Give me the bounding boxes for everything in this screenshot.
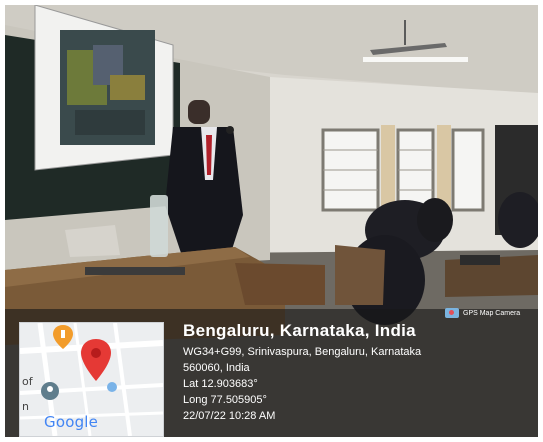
- map-edge-text: of: [22, 375, 33, 388]
- gps-camera-icon: [445, 308, 459, 318]
- gps-map-camera-badge: GPS Map Camera: [445, 308, 520, 318]
- address-line-1: WG34+G99, Srinivaspura, Bengaluru, Karna…: [183, 346, 422, 358]
- latitude: Lat 12.903683°: [183, 378, 258, 390]
- photo-frame: of n Google GPS Map Camera Bengaluru, Ka…: [0, 0, 543, 442]
- classroom-photo: of n Google GPS Map Camera Bengaluru, Ka…: [5, 5, 538, 437]
- location-map: of n Google: [19, 322, 164, 437]
- place-title: Bengaluru, Karnataka, India: [183, 321, 416, 340]
- place-pin-icon: [41, 382, 59, 400]
- location-info: Bengaluru, Karnataka, India WG34+G99, Sr…: [183, 321, 421, 424]
- longitude: Long 77.505905°: [183, 394, 267, 406]
- address-line-2: 560060, India: [183, 362, 250, 374]
- badge-label: GPS Map Camera: [463, 309, 521, 317]
- map-edge-text: n: [22, 400, 29, 413]
- google-logo: Google: [44, 413, 99, 431]
- date-time: 22/07/22 10:28 AM: [183, 410, 276, 422]
